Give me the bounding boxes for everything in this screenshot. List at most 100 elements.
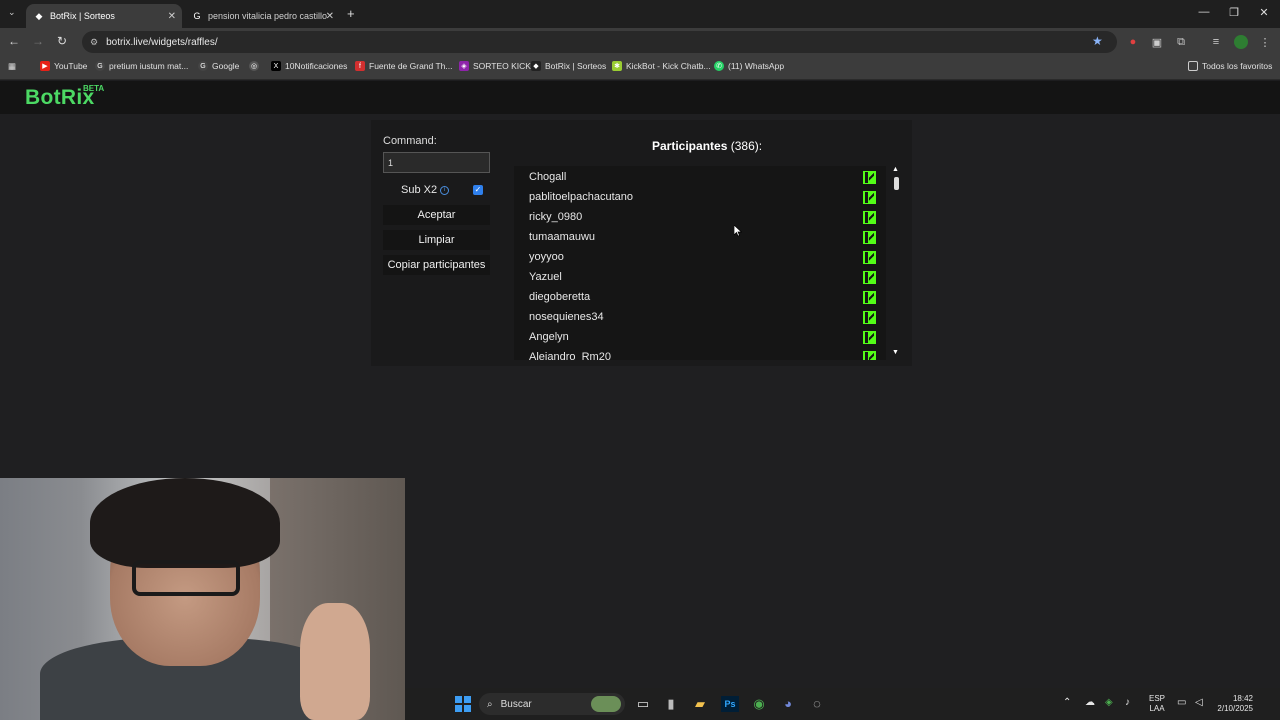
command-input[interactable]	[383, 152, 490, 173]
scroll-down-arrow-icon[interactable]: ▼	[892, 349, 899, 356]
tray-chevron-up-icon[interactable]: ⌃	[1063, 697, 1071, 708]
kick-icon	[863, 191, 876, 204]
taskbar-search-label: Buscar	[500, 698, 532, 710]
bookmark-kickbot[interactable]: ✱ KickBot - Kick Chatb...	[612, 61, 711, 71]
participant-name: ricky_0980	[529, 211, 583, 223]
botrix-icon: ◆	[531, 61, 541, 71]
close-window-icon[interactable]: ✕	[1254, 6, 1274, 19]
list-item[interactable]: nosequienes34	[514, 307, 886, 327]
profile-avatar[interactable]	[1234, 35, 1248, 49]
list-item[interactable]: Yazuel	[514, 267, 886, 287]
bookmark-sorteo-kick[interactable]: ◈ SORTEO KICK	[459, 61, 531, 71]
folder-icon	[1188, 61, 1198, 71]
language-indicator[interactable]: ESP LAA	[1149, 694, 1165, 714]
close-tab-icon[interactable]: ✕	[326, 11, 334, 22]
microphone-icon[interactable]: ♪	[1125, 697, 1130, 708]
google-favicon-icon: G	[193, 11, 201, 21]
info-icon[interactable]: i	[440, 186, 449, 195]
extension-red-icon[interactable]: ●	[1126, 36, 1140, 48]
task-view-icon[interactable]: ▭	[634, 696, 652, 712]
tab-pension[interactable]: G pension vitalicia pedro castillo ✕	[184, 4, 340, 28]
bookmark-youtube[interactable]: ▶ YouTube	[40, 61, 87, 71]
network-icon[interactable]: ▭	[1177, 697, 1186, 708]
participant-name: tumaamauwu	[529, 231, 596, 243]
webcam-person-hair	[90, 478, 280, 568]
list-item[interactable]: Alejandro_Rm20	[514, 347, 886, 360]
participants-title: Participantes (386):	[652, 139, 762, 153]
reload-icon[interactable]: ↻	[54, 34, 70, 48]
kick-icon	[863, 211, 876, 224]
bookmark-botrix[interactable]: ◆ BotRix | Sorteos	[531, 61, 606, 71]
bookmark-fuente[interactable]: f Fuente de Grand Th...	[355, 61, 452, 71]
botrix-favicon-icon: ◆	[35, 10, 43, 21]
browser-toolbar: ← → ↻ ⚙ botrix.live/widgets/raffles/ ★ ●…	[0, 28, 1280, 56]
kick-icon	[863, 271, 876, 284]
forward-icon[interactable]: →	[30, 34, 46, 48]
photoshop-icon[interactable]: Ps	[721, 696, 739, 712]
tab-title: BotRix | Sorteos	[50, 11, 115, 21]
minimize-icon[interactable]: —	[1194, 6, 1214, 18]
whatsapp-icon: ✆	[714, 61, 724, 71]
language-top: ESP	[1149, 694, 1166, 703]
google-icon: G	[95, 61, 105, 71]
back-icon[interactable]: ←	[6, 34, 22, 48]
kick-icon	[863, 251, 876, 264]
list-item[interactable]: yoyyoo	[514, 247, 886, 267]
all-bookmarks[interactable]: Todos los favoritos	[1188, 61, 1272, 71]
search-icon: ⌕	[487, 698, 493, 710]
bookmark-globe[interactable]: ◎	[249, 61, 263, 71]
file-explorer-icon[interactable]: ▰	[691, 696, 709, 712]
bookmark-pretium[interactable]: Gpretium iustum mat...	[95, 61, 188, 71]
volume-icon[interactable]: ◁	[1195, 697, 1203, 708]
list-item[interactable]: diegoberetta	[514, 287, 886, 307]
bookmark-10notificaciones[interactable]: X 10Notificaciones	[271, 61, 347, 71]
close-tab-icon[interactable]: ✕	[168, 11, 176, 22]
chrome-icon[interactable]: ◉	[750, 696, 768, 712]
list-item[interactable]: ricky_0980	[514, 207, 886, 227]
site-info-icon[interactable]: ⚙	[90, 37, 98, 48]
accept-button[interactable]: Aceptar	[383, 205, 490, 225]
apps-grid-icon[interactable]: ▦	[8, 61, 16, 72]
discord-icon[interactable]: ◕	[779, 696, 797, 712]
list-item[interactable]: Angelyn	[514, 327, 886, 347]
app-icon[interactable]: ▮	[662, 696, 680, 712]
sub-x2-checkbox[interactable]: ✓	[473, 185, 483, 195]
media-control-icon[interactable]: ≡	[1209, 36, 1223, 48]
copy-participants-button[interactable]: Copiar participantes	[383, 255, 490, 275]
windows-taskbar: ⌕ Buscar ▭ ▮ ▰ Ps ◉ ◕ ◌ ⌃ ☁ ◈ ♪ ESP LAA …	[405, 688, 1280, 720]
webcam-overlay	[0, 478, 405, 720]
windows-start-icon[interactable]	[455, 696, 471, 712]
mouse-cursor-icon	[734, 225, 742, 237]
menu-kebab-icon[interactable]: ⋮	[1258, 36, 1272, 49]
taskbar-search[interactable]: ⌕ Buscar	[479, 693, 625, 715]
participant-name: Alejandro_Rm20	[529, 351, 611, 360]
address-bar[interactable]: ⚙ botrix.live/widgets/raffles/	[82, 31, 1117, 53]
extensions-puzzle-icon[interactable]: ⧉	[1174, 36, 1188, 49]
list-item[interactable]: Chogall	[514, 167, 886, 187]
list-item[interactable]: pablitoelpachacutano	[514, 187, 886, 207]
command-label: Command:	[383, 135, 437, 147]
tray-app-icon[interactable]: ◈	[1105, 697, 1113, 708]
bookmark-whatsapp[interactable]: ✆ (11) WhatsApp	[714, 61, 784, 71]
extension-card-icon[interactable]: ▣	[1150, 36, 1164, 49]
participants-count: (386):	[730, 139, 763, 153]
taskbar-clock[interactable]: 18:42 2/10/2025	[1213, 694, 1253, 714]
bookmark-star-icon[interactable]: ★	[1092, 34, 1103, 48]
kick-icon	[863, 171, 876, 184]
bookmark-label: BotRix | Sorteos	[545, 61, 607, 71]
list-item[interactable]: tumaamauwu	[514, 227, 886, 247]
participants-list[interactable]: Chogall pablitoelpachacutano ricky_0980 …	[514, 166, 886, 360]
scrollbar-thumb[interactable]	[894, 177, 899, 190]
restore-icon[interactable]: ❐	[1224, 6, 1244, 19]
language-bottom: LAA	[1149, 704, 1165, 713]
scroll-up-arrow-icon[interactable]: ▲	[892, 166, 899, 173]
bookmark-google[interactable]: G Google	[198, 61, 239, 71]
new-tab-icon[interactable]: +	[347, 6, 355, 21]
participant-name: pablitoelpachacutano	[529, 191, 633, 203]
tab-search-icon[interactable]: ⌄	[8, 7, 16, 18]
onedrive-icon[interactable]: ☁	[1085, 697, 1095, 708]
browser-tab-strip: ⌄ ◆ BotRix | Sorteos ✕ G pension vitalic…	[0, 0, 1280, 28]
clear-button[interactable]: Limpiar	[383, 230, 490, 250]
app-settings-icon[interactable]: ◌	[808, 696, 826, 712]
tab-botrix[interactable]: ◆ BotRix | Sorteos ✕	[26, 4, 182, 28]
